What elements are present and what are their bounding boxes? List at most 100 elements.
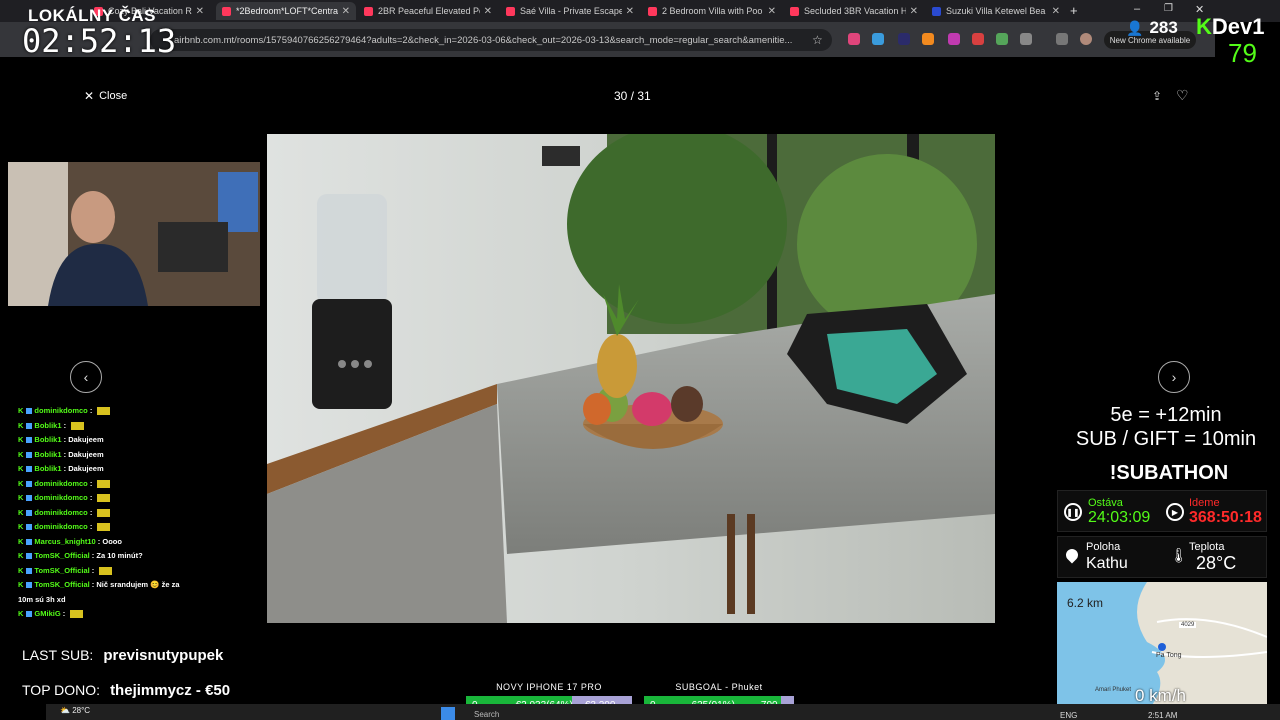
last-sub: LAST SUB: previsnutypupek <box>22 647 224 664</box>
kitchen-photo <box>267 134 995 623</box>
chat-username[interactable]: TomSK_Official <box>34 580 89 589</box>
tab-3[interactable]: 2BR Peaceful Elevated Po ✕ <box>358 2 498 20</box>
airbnb-icon <box>222 6 231 16</box>
close-tab-icon[interactable]: ✕ <box>910 6 918 17</box>
chat-message: K TomSK_Official : Nič srandujem 😊 že za <box>18 580 180 589</box>
chat-message: 10m sú 3h xd <box>18 593 258 608</box>
close-tab-icon[interactable]: ✕ <box>196 6 204 17</box>
kick-badge-icon: K <box>18 551 24 560</box>
channel-brand: KDev1 <box>1196 14 1265 39</box>
close-tab-icon[interactable]: ✕ <box>626 6 634 17</box>
close-tab-icon[interactable]: ✕ <box>768 6 776 17</box>
chat-message: K Boblik1 : Dakujeem <box>18 435 104 444</box>
chat-text: Oooo <box>102 536 122 546</box>
heart-icon[interactable]: ♡ <box>1176 87 1189 104</box>
chat-username[interactable]: Boblik1 <box>34 435 61 444</box>
chat-text: 10m sú 3h xd <box>18 594 66 604</box>
extension-icon[interactable] <box>972 33 984 45</box>
kick-badge-icon: K <box>18 536 24 546</box>
kick-badge-icon: K <box>18 449 24 459</box>
tab-search-icon[interactable] <box>1056 33 1068 45</box>
chat-username[interactable]: dominikdomco <box>34 522 87 531</box>
tab-2[interactable]: *2Bedroom*LOFT*Centra ✕ <box>216 2 356 20</box>
chat-username[interactable]: dominikdomco <box>34 508 87 517</box>
restore-button[interactable]: ❐ <box>1164 3 1173 14</box>
sub-badge-icon <box>26 437 33 444</box>
location-pin-icon <box>1063 546 1081 564</box>
chat-username[interactable]: Marcus_knight10 <box>34 537 95 546</box>
remaining-value: 24:03:09 <box>1088 509 1151 526</box>
chat-username[interactable]: dominikdomco <box>34 406 87 415</box>
tab-5[interactable]: 2 Bedroom Villa with Poo ✕ <box>642 2 782 20</box>
emote-icon <box>97 479 111 488</box>
address-bar[interactable]: airbnb.com.mt/rooms/1575940766256279464?… <box>150 29 832 51</box>
chat-username[interactable]: TomSK_Official <box>34 551 89 560</box>
emote-icon <box>99 566 113 575</box>
kick-badge-icon: K <box>18 406 24 415</box>
sub-badge-icon <box>26 567 33 574</box>
profile-avatar[interactable] <box>1080 33 1092 45</box>
share-icon[interactable]: ⇪ <box>1152 89 1162 103</box>
close-tab-icon[interactable]: ✕ <box>342 6 350 17</box>
language-indicator[interactable]: ENG <box>1060 711 1077 720</box>
taskbar <box>46 704 1280 720</box>
map-distance: 6.2 km <box>1067 596 1104 610</box>
elapsed-label: Ideme <box>1189 497 1220 509</box>
chat-message: K Marcus_knight10 : Oooo <box>18 536 122 546</box>
thermometer-icon: 🌡 <box>1170 547 1188 563</box>
previous-photo-button[interactable]: ‹ <box>70 361 102 393</box>
new-tab-button[interactable]: + <box>1070 3 1078 18</box>
bookmark-star-icon[interactable]: ☆ <box>812 33 823 47</box>
taskbar-clock[interactable]: 2:51 AM <box>1148 711 1177 720</box>
next-photo-button[interactable]: › <box>1158 361 1190 393</box>
person-icon: 👤 <box>1126 19 1144 36</box>
kick-badge-icon: K <box>18 507 24 517</box>
windows-start-icon[interactable] <box>441 707 455 720</box>
extension-icon[interactable] <box>948 33 960 45</box>
pause-icon: ❚❚ <box>1064 503 1082 521</box>
chat-message: Kdominikdomco : <box>18 491 258 506</box>
top-donation: TOP DONO: thejimmycz - €50 <box>22 682 231 699</box>
extension-icon[interactable] <box>898 33 910 45</box>
chat-username[interactable]: TomSK_Official <box>34 566 89 575</box>
close-button[interactable]: ✕ Close <box>84 89 127 103</box>
chat-username[interactable]: Boblik1 <box>34 421 61 430</box>
close-tab-icon[interactable]: ✕ <box>484 6 492 17</box>
chat-username[interactable]: dominikdomco <box>34 479 87 488</box>
tab-7[interactable]: Suzuki Villa Ketewel Bea ✕ <box>926 2 1066 20</box>
emote-icon <box>97 508 111 517</box>
chevron-right-icon: › <box>1171 369 1177 385</box>
extensions-puzzle-icon[interactable] <box>1020 33 1032 45</box>
sub-badge-icon <box>26 495 33 502</box>
map-road-label: 4029 <box>1179 622 1197 628</box>
close-icon: ✕ <box>84 89 95 103</box>
minimize-button[interactable]: – <box>1134 3 1140 15</box>
sub-badge-icon <box>26 582 33 589</box>
chat-username[interactable]: Boblik1 <box>34 464 61 473</box>
extension-icon[interactable] <box>872 33 884 45</box>
booking-icon <box>932 6 941 16</box>
tab-6[interactable]: Secluded 3BR Vacation H ✕ <box>784 2 924 20</box>
weather-widget[interactable]: ⛅ 28°C <box>60 706 90 715</box>
tab-4[interactable]: Saé Villa - Private Escape ✕ <box>500 2 640 20</box>
chat-message: Kdominikdomco : <box>18 404 258 419</box>
play-icon: ▶ <box>1166 503 1184 521</box>
chat-username[interactable]: GMikiG <box>34 609 60 618</box>
chat-text: Za 10 minút? <box>96 551 143 560</box>
donation-rate: 5e = +12min <box>1110 404 1222 426</box>
map-place-label: Pa Tong <box>1156 652 1182 659</box>
chat-username[interactable]: dominikdomco <box>34 493 87 502</box>
taskbar-search[interactable]: Search <box>474 710 499 719</box>
close-tab-icon[interactable]: ✕ <box>1052 6 1060 17</box>
location-value: Kathu <box>1086 555 1128 572</box>
chat-text: Dakujeem <box>68 435 104 444</box>
kick-badge-icon: K <box>18 565 24 575</box>
extension-icon[interactable] <box>996 33 1008 45</box>
emote-icon <box>97 494 111 503</box>
chat-username[interactable]: Boblik1 <box>34 450 61 459</box>
extension-icon[interactable] <box>848 33 860 45</box>
chat-message: Kdominikdomco : <box>18 477 258 492</box>
airbnb-icon <box>364 6 373 16</box>
extension-icon[interactable] <box>922 33 934 45</box>
elapsed-value: 368:50:18 <box>1189 509 1262 526</box>
